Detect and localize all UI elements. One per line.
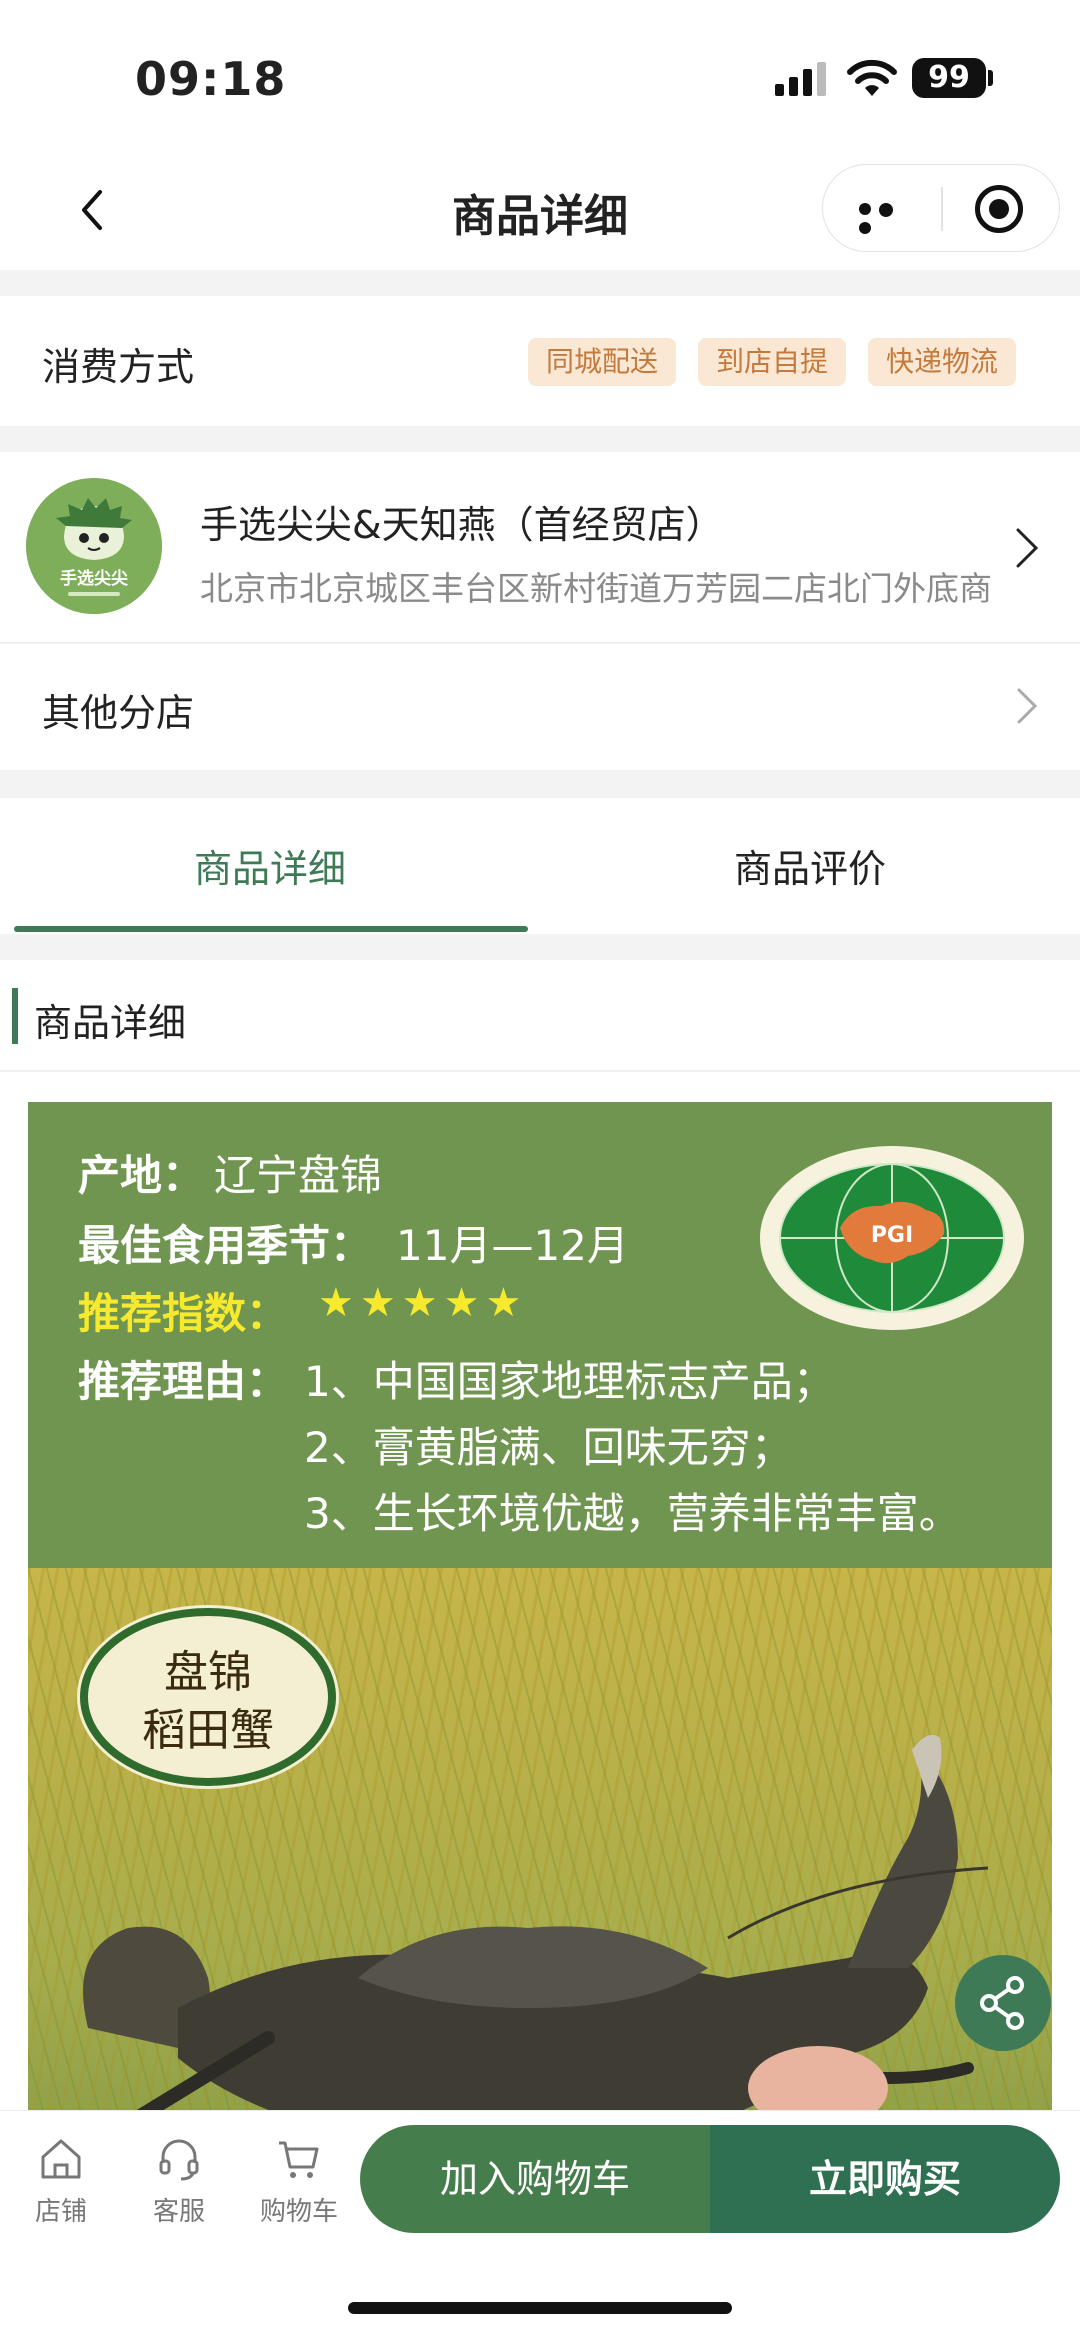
headset-icon	[159, 2139, 199, 2181]
status-time: 09:18	[135, 52, 287, 106]
other-branches-label: 其他分店	[42, 691, 195, 735]
tag-delivery: 同城配送	[528, 338, 677, 386]
status-bar: 09:18 99	[0, 0, 1080, 150]
chevron-right-icon	[1017, 688, 1038, 724]
cart-label: 购物车	[259, 2197, 338, 2227]
section-title: 商品详细	[34, 1001, 187, 1045]
nav-bar: 商品详细	[0, 150, 1080, 270]
cart-icon	[279, 2141, 319, 2178]
battery-indicator: 99	[912, 58, 986, 98]
add-to-cart-button[interactable]: 加入购物车	[360, 2125, 710, 2233]
more-icon[interactable]	[859, 203, 915, 234]
service-label: 客服	[152, 2197, 205, 2227]
badge-line-1: 盘锦	[164, 1647, 252, 1698]
tab-product-detail[interactable]: 商品详细	[0, 838, 540, 893]
poster-info-panel: 产地： 辽宁盘锦 最佳食用季节： 11月—12月 推荐指数： ★★★★★ 推荐理…	[28, 1102, 1052, 1568]
consumption-row: 消费方式 同城配送 到店自提 快递物流	[0, 296, 1080, 426]
share-button[interactable]	[955, 1955, 1051, 2051]
rating-stars: ★★★★★	[318, 1280, 528, 1326]
pgi-seal-logo: PGI	[760, 1146, 1024, 1330]
bottom-service-button[interactable]: 客服	[124, 2135, 234, 2228]
svg-text:PGI: PGI	[871, 1223, 913, 1248]
close-miniapp-icon[interactable]	[975, 185, 1023, 233]
tag-pickup: 到店自提	[698, 338, 847, 386]
rice-field-photo: 盘锦 稻田蟹	[28, 1568, 1052, 2110]
reason-2: 2、膏黄脂满、回味无穷；	[304, 1423, 793, 1472]
signal-icon	[775, 62, 826, 96]
section-accent-bar	[12, 988, 18, 1044]
season-value: 11月—12月	[396, 1221, 629, 1270]
store-card[interactable]: 手选尖尖 手选尖尖&天知燕（首经贸店） 北京市北京城区丰台区新村街道万芳园二店北…	[0, 452, 1080, 642]
rating-label: 推荐指数：	[78, 1289, 289, 1338]
reason-3: 3、生长环境优越，营养非常丰富。	[304, 1489, 961, 1538]
origin-label: 产地：	[78, 1151, 205, 1200]
store-name: 手选尖尖&天知燕（首经贸店）	[200, 503, 724, 547]
miniapp-capsule	[822, 164, 1060, 252]
consumption-label: 消费方式	[42, 345, 195, 389]
reason-label: 推荐理由：	[78, 1357, 289, 1406]
share-icon	[980, 1976, 1024, 2030]
capsule-divider	[941, 187, 943, 231]
svg-text:手选尖尖: 手选尖尖	[60, 568, 129, 589]
bottom-store-button[interactable]: 店铺	[6, 2135, 116, 2228]
tag-express: 快递物流	[868, 338, 1017, 386]
season-label: 最佳食用季节：	[78, 1221, 373, 1270]
store-label: 店铺	[34, 2197, 87, 2227]
home-icon	[41, 2139, 81, 2179]
store-address: 北京市北京城区丰台区新村街道万芳园二店北门外底商	[200, 569, 992, 608]
battery-tip	[988, 70, 993, 86]
section-header: 商品详细	[0, 960, 1080, 1072]
other-branches-row[interactable]: 其他分店	[0, 644, 1080, 770]
wifi-icon	[847, 59, 897, 96]
bottom-cart-button[interactable]: 购物车	[244, 2135, 354, 2228]
tab-product-reviews[interactable]: 商品评价	[540, 838, 1080, 893]
crab-image	[83, 1734, 989, 2110]
product-detail-section: 商品详细 产地： 辽宁盘锦 最佳食用季节： 11月—12月 推荐指数： ★★★★…	[0, 960, 1080, 2110]
origin-value: 辽宁盘锦	[214, 1151, 383, 1200]
chevron-right-icon	[1016, 528, 1039, 568]
tab-bar: 商品详细 商品评价	[0, 798, 1080, 934]
buy-now-button[interactable]: 立即购买	[710, 2125, 1060, 2233]
reason-1: 1、中国国家地理标志产品；	[304, 1357, 835, 1406]
tab-underline	[14, 926, 528, 932]
store-logo: 手选尖尖	[26, 478, 162, 614]
home-indicator	[348, 2302, 732, 2314]
product-poster: 产地： 辽宁盘锦 最佳食用季节： 11月—12月 推荐指数： ★★★★★ 推荐理…	[28, 1102, 1052, 2110]
